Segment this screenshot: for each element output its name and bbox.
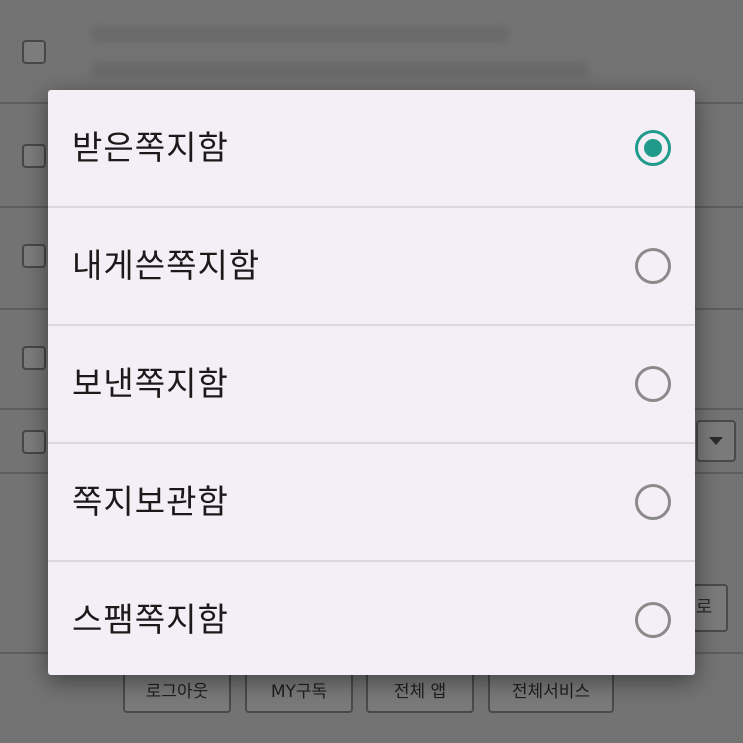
option-label: 쪽지보관함 — [72, 482, 229, 521]
radio-button[interactable] — [635, 248, 671, 284]
dropdown-arrow-icon — [709, 437, 723, 445]
blurred-text — [90, 62, 590, 78]
option-inbox[interactable]: 받은쪽지함 — [48, 90, 695, 208]
option-self-sent[interactable]: 내게쓴쪽지함 — [48, 208, 695, 326]
option-label: 받은쪽지함 — [72, 128, 229, 167]
folder-select-dropdown[interactable] — [696, 420, 736, 462]
logout-button[interactable]: 로그아웃 — [123, 671, 231, 713]
blurred-text — [90, 26, 510, 42]
radio-button[interactable] — [635, 484, 671, 520]
option-label: 스팸쪽지함 — [72, 600, 229, 639]
message-checkbox[interactable] — [22, 40, 46, 64]
radio-button[interactable] — [635, 130, 671, 166]
mailbox-select-dialog: 받은쪽지함 내게쓴쪽지함 보낸쪽지함 쪽지보관함 스팸쪽지함 — [48, 90, 695, 675]
option-sent[interactable]: 보낸쪽지함 — [48, 326, 695, 444]
message-checkbox[interactable] — [22, 144, 46, 168]
option-label: 내게쓴쪽지함 — [72, 246, 261, 285]
option-label: 보낸쪽지함 — [72, 364, 229, 403]
message-checkbox[interactable] — [22, 346, 46, 370]
select-all-checkbox[interactable] — [22, 430, 46, 454]
option-archive[interactable]: 쪽지보관함 — [48, 444, 695, 562]
radio-button[interactable] — [635, 602, 671, 638]
message-checkbox[interactable] — [22, 244, 46, 268]
screen: 로 로그아웃 MY구독 전체 앱 전체서비스 받은쪽지함 내게쓴쪽지함 보낸쪽지… — [0, 0, 743, 743]
my-subscription-button[interactable]: MY구독 — [245, 671, 353, 713]
radio-button[interactable] — [635, 366, 671, 402]
message-row — [0, 0, 743, 104]
all-services-button[interactable]: 전체서비스 — [488, 671, 614, 713]
all-apps-button[interactable]: 전체 앱 — [366, 671, 474, 713]
option-spam[interactable]: 스팸쪽지함 — [48, 562, 695, 675]
